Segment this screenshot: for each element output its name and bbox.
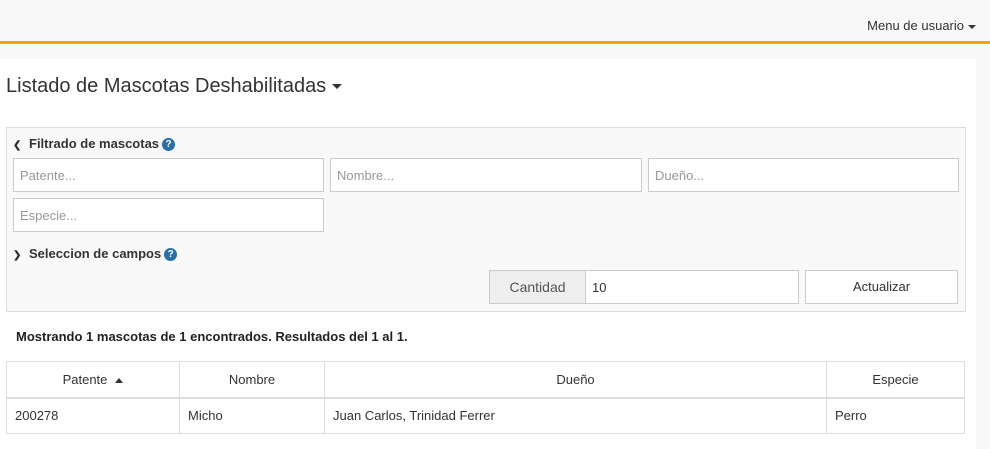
fields-section-toggle[interactable]: ❯ Seleccion de campos? — [13, 246, 178, 261]
filter-section-toggle[interactable]: ❮ Filtrado de mascotas? — [13, 136, 176, 151]
sort-ascending-icon — [115, 377, 124, 383]
page-title-dropdown[interactable]: Listado de Mascotas Deshabilitadas — [6, 75, 343, 98]
main-panel: Listado de Mascotas Deshabilitadas ❮ Filt… — [0, 59, 976, 449]
page-title: Listado de Mascotas Deshabilitadas — [6, 75, 327, 97]
table-row[interactable]: 200278 Micho Juan Carlos, Trinidad Ferre… — [6, 397, 965, 434]
chevron-up-icon: ❮ — [13, 140, 22, 151]
especie-filter-input[interactable] — [13, 198, 324, 232]
caret-down-icon — [332, 84, 343, 90]
cell-especie: Perro — [826, 397, 965, 434]
cell-patente: 200278 — [6, 397, 180, 434]
column-header-nombre[interactable]: Nombre — [179, 361, 325, 399]
cell-dueno: Juan Carlos, Trinidad Ferrer — [324, 397, 827, 434]
help-icon[interactable]: ? — [162, 138, 176, 151]
help-icon[interactable]: ? — [164, 248, 178, 261]
column-header-dueno[interactable]: Dueño — [324, 361, 827, 399]
column-header-especie[interactable]: Especie — [826, 361, 965, 399]
actualizar-button[interactable]: Actualizar — [805, 270, 958, 304]
chevron-down-icon: ❯ — [13, 250, 22, 261]
results-summary: Mostrando 1 mascotas de 1 encontrados. R… — [16, 329, 408, 344]
caret-down-icon — [968, 24, 976, 29]
nombre-filter-input[interactable] — [330, 158, 642, 192]
patente-filter-input[interactable] — [13, 158, 324, 192]
filter-section-label: Filtrado de mascotas — [29, 136, 160, 151]
cantidad-label: Cantidad — [489, 270, 586, 304]
cell-nombre: Micho — [179, 397, 325, 434]
column-header-patente[interactable]: Patente — [6, 361, 180, 399]
user-menu-label: Menu de usuario — [867, 18, 964, 33]
top-navbar: Menu de usuario — [0, 0, 990, 44]
cantidad-input[interactable] — [585, 270, 799, 304]
dueno-filter-input[interactable] — [648, 158, 959, 192]
pets-table: Patente Nombre Dueño Especie 200278 Mich… — [6, 361, 965, 434]
filter-panel: ❮ Filtrado de mascotas? ❯ Seleccion de cam… — [6, 127, 966, 312]
user-menu-dropdown[interactable]: Menu de usuario — [867, 18, 976, 33]
table-header-row: Patente Nombre Dueño Especie — [6, 361, 965, 399]
fields-section-label: Seleccion de campos — [29, 246, 162, 261]
